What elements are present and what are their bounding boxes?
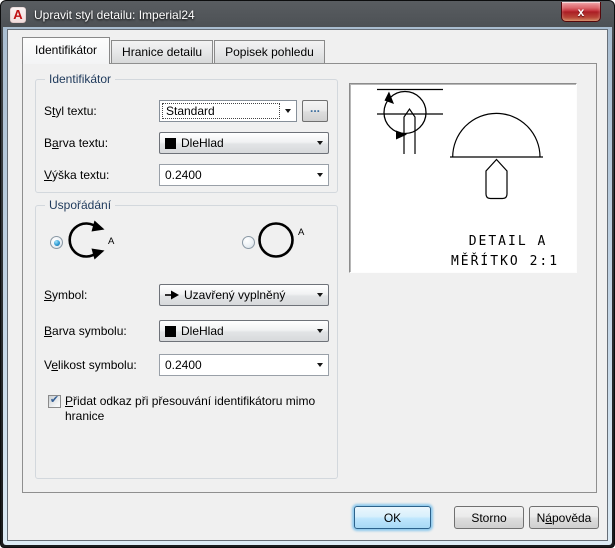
symbol-size-label: Velikost symbolu: bbox=[44, 358, 137, 372]
dropdown-arrow-icon bbox=[317, 363, 323, 367]
symbol-color-value: DleHlad bbox=[181, 324, 224, 338]
window-title: Upravit styl detailu: Imperial24 bbox=[34, 8, 195, 22]
symbol-color-label: Barva symbolu: bbox=[44, 324, 127, 338]
symbol-color-combobox[interactable]: DleHlad bbox=[159, 320, 329, 342]
text-height-value: 0.2400 bbox=[165, 168, 202, 182]
filled-arrow-icon bbox=[165, 290, 180, 300]
text-color-label: Barva textu: bbox=[44, 136, 109, 150]
dropdown-arrow-icon bbox=[285, 109, 291, 113]
dialog-client-area: Identifikátor Hranice detailu Popisek po… bbox=[7, 29, 608, 541]
dropdown-arrow-icon bbox=[317, 141, 323, 145]
preview-caption-line2: MĚŘÍTKO 2:1 bbox=[451, 253, 559, 269]
text-style-browse-button[interactable]: ... bbox=[302, 100, 328, 122]
style-preview-panel: DETAIL A MĚŘÍTKO 2:1 bbox=[349, 83, 577, 273]
preview-drawing: DETAIL A MĚŘÍTKO 2:1 bbox=[377, 88, 559, 269]
leader-checkbox-label: Přidat odkaz při přesouvání identifikáto… bbox=[65, 394, 316, 423]
dropdown-arrow-icon bbox=[317, 293, 323, 297]
text-style-value: Standard bbox=[166, 104, 215, 118]
ok-button[interactable]: OK bbox=[354, 506, 431, 529]
autocad-logo-icon: A bbox=[10, 7, 26, 23]
leader-checkbox[interactable]: ✔ bbox=[48, 395, 61, 408]
symbol-size-value: 0.2400 bbox=[165, 358, 202, 372]
dropdown-arrow-icon bbox=[317, 329, 323, 333]
tab-strip: Identifikátor Hranice detailu Popisek po… bbox=[22, 37, 326, 64]
svg-text:A: A bbox=[108, 236, 115, 247]
close-icon: x bbox=[577, 4, 585, 19]
tab-hranice-detailu[interactable]: Hranice detailu bbox=[111, 40, 214, 63]
text-style-label: Styl textu: bbox=[44, 104, 97, 118]
rotated-circle-arrows-icon: A bbox=[68, 220, 115, 260]
plain-circle-icon: A bbox=[258, 222, 305, 258]
symbol-label: Symbol: bbox=[44, 288, 88, 302]
text-style-combobox[interactable]: Standard bbox=[159, 100, 297, 122]
preview-caption-line1: DETAIL A bbox=[469, 234, 548, 249]
symbol-combobox[interactable]: Uzavřený vyplněný bbox=[159, 284, 329, 306]
color-swatch-icon bbox=[165, 325, 176, 337]
cancel-button[interactable]: Storno bbox=[454, 506, 524, 529]
text-height-label: Výška textu: bbox=[44, 168, 110, 182]
svg-text:A: A bbox=[298, 227, 305, 238]
group-arrangement-title: Uspořádání bbox=[45, 198, 116, 212]
symbol-value: Uzavřený vyplněný bbox=[184, 288, 286, 302]
text-color-value: DleHlad bbox=[181, 136, 224, 150]
color-swatch-icon bbox=[165, 137, 176, 149]
tab-popisek-pohledu[interactable]: Popisek pohledu bbox=[214, 40, 325, 63]
dialog-window: A Upravit styl detailu: Imperial24 x Ide… bbox=[0, 0, 615, 548]
check-icon: ✔ bbox=[49, 394, 60, 406]
help-button[interactable]: Nápověda bbox=[529, 506, 599, 529]
arrangement-radio-rotated[interactable] bbox=[50, 236, 63, 249]
symbol-size-combobox[interactable]: 0.2400 bbox=[159, 354, 329, 376]
dropdown-arrow-icon bbox=[317, 173, 323, 177]
close-button[interactable]: x bbox=[561, 2, 601, 22]
title-bar[interactable]: A Upravit styl detailu: Imperial24 x bbox=[1, 1, 614, 29]
group-identifier-title: Identifikátor bbox=[45, 72, 116, 86]
tab-identifikator[interactable]: Identifikátor bbox=[22, 37, 111, 64]
text-color-combobox[interactable]: DleHlad bbox=[159, 132, 329, 154]
text-height-combobox[interactable]: 0.2400 bbox=[159, 164, 329, 186]
